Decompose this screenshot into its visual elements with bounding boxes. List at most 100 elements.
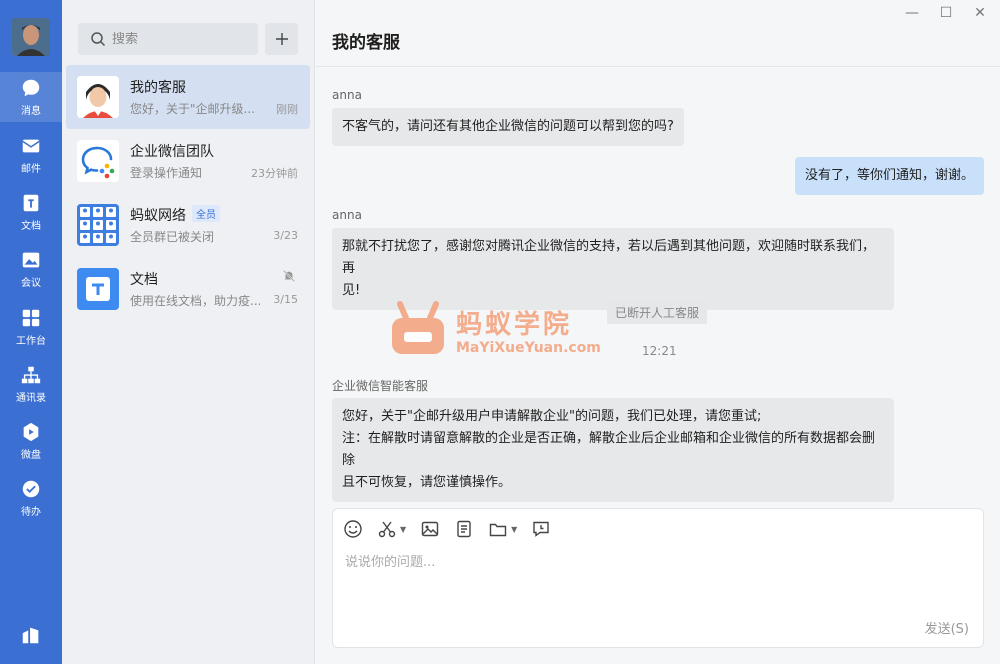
file-text-icon xyxy=(457,520,471,538)
nav-item-contacts[interactable]: 通讯录 xyxy=(0,359,62,409)
document-icon xyxy=(23,194,39,212)
window-controls: — ☐ ✕ xyxy=(902,4,990,22)
conversation-preview: 使用在线文档，助力疫... xyxy=(130,294,260,308)
conversation-time: 刚刚 xyxy=(276,103,298,116)
nav-rail: 消息 邮件 文档 会议 工作台 通讯录 微盘 待办 xyxy=(0,0,62,664)
conversation-name: 我的客服 xyxy=(130,80,186,96)
conversation-item-docs[interactable]: 文档 使用在线文档，助力疫... 3/15 xyxy=(66,257,310,321)
folder-button[interactable]: ▼ xyxy=(488,519,517,539)
conversation-name: 蚂蚁网络 全员 xyxy=(130,205,220,225)
nav-item-meeting[interactable]: 会议 xyxy=(0,244,62,294)
mail-icon xyxy=(22,139,40,153)
nav-label-messages: 消息 xyxy=(21,106,41,117)
nav-item-disk[interactable]: 微盘 xyxy=(0,416,62,466)
message-sender: 企业微信智能客服 xyxy=(332,379,429,393)
message-line: 且不可恢复，请您谨慎操作。 xyxy=(342,475,512,490)
nav-label-workbench: 工作台 xyxy=(16,336,46,347)
user-avatar[interactable] xyxy=(12,18,50,56)
minimize-icon[interactable]: — xyxy=(902,4,922,22)
history-button[interactable] xyxy=(531,519,551,539)
message-line: 见! xyxy=(342,283,361,298)
message-sender: anna xyxy=(332,88,362,102)
conversation-list: 我的客服 您好，关于"企邮升级... 刚刚 企业微信团队 登录操作通知 23分钟… xyxy=(62,0,315,664)
image-button[interactable] xyxy=(420,519,440,539)
group-members-icon xyxy=(77,204,119,246)
search-box[interactable] xyxy=(78,23,258,55)
chat-panel: 我的客服 — ☐ ✕ anna 不客气的，请问还有其他企业微信的问题可以帮到您的… xyxy=(316,0,1000,664)
system-note: 已断开人工客服 xyxy=(607,301,708,324)
watermark-logo-icon xyxy=(392,301,444,354)
chat-bubble-icon xyxy=(22,79,40,97)
message-sender: anna xyxy=(332,208,362,222)
meeting-icon xyxy=(22,252,40,268)
nav-label-disk: 微盘 xyxy=(21,450,41,461)
message-bubble: 不客气的，请问还有其他企业微信的问题可以帮到您的吗? xyxy=(332,108,684,146)
nav-label-meeting: 会议 xyxy=(21,278,41,289)
conversation-preview: 登录操作通知 xyxy=(130,166,203,180)
service-agent-avatar xyxy=(77,76,119,118)
conversation-name: 企业微信团队 xyxy=(130,144,214,160)
nav-item-messages[interactable]: 消息 xyxy=(0,72,62,122)
emoji-icon xyxy=(344,520,362,538)
message-composer: ▼ ▼ 发送(S) xyxy=(332,508,984,648)
wecom-team-avatar xyxy=(77,140,119,182)
conversation-item-my-service[interactable]: 我的客服 您好，关于"企邮升级... 刚刚 xyxy=(66,65,310,129)
message-input[interactable] xyxy=(345,551,965,611)
chevron-down-icon[interactable]: ▼ xyxy=(400,525,406,534)
message-line: 那就不打扰您了，感谢您对腾讯企业微信的支持，若以后遇到其他问题，欢迎随时联系我们… xyxy=(342,239,876,276)
watermark-text: 蚂蚁学院 xyxy=(456,310,573,340)
workbench-grid-icon xyxy=(22,309,40,327)
org-chart-icon xyxy=(21,366,41,384)
conversation-time: 3/15 xyxy=(273,293,298,306)
screenshot-button[interactable]: ▼ xyxy=(377,519,406,539)
folder-icon xyxy=(489,523,507,537)
check-circle-icon xyxy=(22,480,40,498)
message-bubble: 您好，关于"企邮升级用户申请解散企业"的问题，我们已处理，请您重试; 注：在解散… xyxy=(332,398,894,502)
cloud-disk-icon xyxy=(23,422,39,442)
nav-label-todo: 待办 xyxy=(21,507,41,518)
conversation-time: 23分钟前 xyxy=(251,167,298,180)
document-button[interactable] xyxy=(454,519,474,539)
search-input[interactable] xyxy=(112,31,242,47)
conversation-preview: 您好，关于"企邮升级... xyxy=(130,102,255,116)
send-button[interactable]: 发送(S) xyxy=(925,618,969,637)
close-icon[interactable]: ✕ xyxy=(970,4,990,22)
search-icon xyxy=(91,32,106,47)
mute-bell-icon xyxy=(283,270,295,282)
conversation-item-wecom-team[interactable]: 企业微信团队 登录操作通知 23分钟前 xyxy=(66,129,310,193)
nav-item-todo[interactable]: 待办 xyxy=(0,473,62,523)
time-divider: 12:21 xyxy=(642,344,677,358)
buildings-icon[interactable] xyxy=(20,624,42,646)
image-icon xyxy=(421,521,439,537)
nav-label-contacts: 通讯录 xyxy=(16,393,46,404)
conversation-name: 文档 xyxy=(130,272,158,288)
docs-logo-icon xyxy=(77,268,119,310)
emoji-button[interactable] xyxy=(343,519,363,539)
add-button[interactable] xyxy=(265,23,298,55)
docs-avatar xyxy=(77,268,119,310)
composer-toolbar: ▼ ▼ xyxy=(343,519,551,539)
message-line: 您好，关于"企邮升级用户申请解散企业"的问题，我们已处理，请您重试; xyxy=(342,409,762,424)
user-photo-icon xyxy=(12,18,50,56)
plus-icon xyxy=(275,33,288,45)
chevron-down-icon[interactable]: ▼ xyxy=(511,525,517,534)
scissors-icon xyxy=(378,521,396,538)
chat-title: 我的客服 xyxy=(332,33,400,53)
wecom-logo-icon xyxy=(77,140,119,182)
nav-item-mail[interactable]: 邮件 xyxy=(0,130,62,180)
conversation-name-text: 蚂蚁网络 xyxy=(130,208,186,224)
maximize-icon[interactable]: ☐ xyxy=(936,4,956,22)
nav-label-docs: 文档 xyxy=(21,221,41,232)
nav-item-workbench[interactable]: 工作台 xyxy=(0,302,62,352)
my-message-bubble: 没有了，等你们通知，谢谢。 xyxy=(794,157,984,195)
watermark: 蚂蚁学院 MaYiXueYuan.com xyxy=(388,300,618,362)
nav-item-docs[interactable]: 文档 xyxy=(0,187,62,237)
conversation-item-mayi-network[interactable]: 蚂蚁网络 全员 全员群已被关闭 3/23 xyxy=(66,193,310,257)
message-line: 注：在解散时请留意解散的企业是否正确，解散企业后企业邮箱和企业微信的所有数据都会… xyxy=(342,431,876,468)
conversation-preview: 全员群已被关闭 xyxy=(130,230,215,244)
agent-icon xyxy=(77,76,119,118)
chat-history-icon xyxy=(533,521,550,537)
conversation-time: 3/23 xyxy=(273,229,298,242)
watermark-url: MaYiXueYuan.com xyxy=(456,340,601,356)
nav-label-mail: 邮件 xyxy=(21,164,41,175)
